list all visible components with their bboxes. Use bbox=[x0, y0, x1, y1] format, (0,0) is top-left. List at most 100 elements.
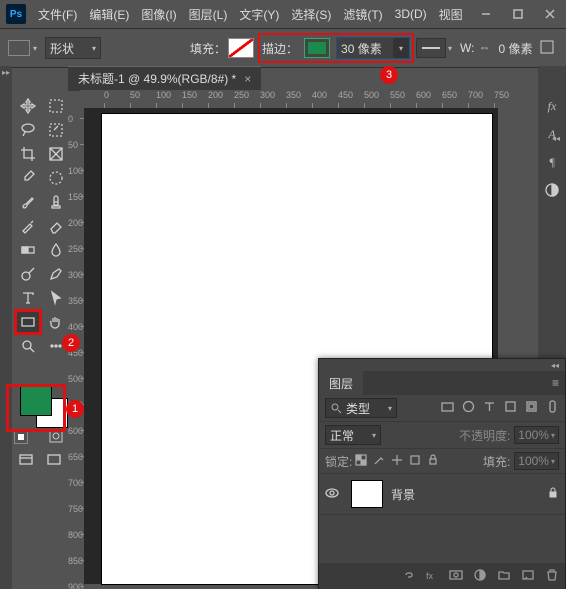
blend-mode-dropdown[interactable]: 正常 ▾ bbox=[325, 425, 381, 445]
ruler-tick: 0 bbox=[104, 90, 109, 100]
delete-layer-icon[interactable] bbox=[545, 568, 559, 585]
filter-shape-icon[interactable] bbox=[504, 400, 517, 416]
healing-tool[interactable] bbox=[44, 167, 68, 189]
stroke-color-picker[interactable] bbox=[304, 38, 330, 58]
ruler-tick: 100 bbox=[68, 166, 83, 176]
rectangle-tool[interactable] bbox=[16, 311, 40, 333]
filter-smart-icon[interactable] bbox=[525, 400, 538, 416]
eraser-tool[interactable] bbox=[44, 215, 68, 237]
styles-panel-icon[interactable]: fx bbox=[538, 92, 566, 120]
stroke-width-input[interactable]: 30 像素 ▾ bbox=[336, 37, 410, 59]
filter-adjust-icon[interactable] bbox=[462, 400, 475, 416]
new-layer-icon[interactable] bbox=[521, 568, 535, 585]
ruler-tick: 650 bbox=[442, 90, 457, 100]
filter-toggle-icon[interactable] bbox=[546, 400, 559, 416]
menu-layer[interactable]: 图层(L) bbox=[183, 6, 234, 23]
ruler-tick: 50 bbox=[68, 140, 78, 150]
options-bar: ▾ 形状 ▾ 填充： 描边： 30 像素 ▾ ▾ W: ⇔ 0 像素 bbox=[0, 28, 566, 68]
type-tool[interactable] bbox=[16, 287, 40, 309]
layer-name[interactable]: 背景 bbox=[391, 486, 415, 503]
fill-opacity-value: 100% bbox=[518, 454, 549, 468]
layers-panel: ◂◂ 图层 ≡ 类型 ▾ 正常 ▾ 不透 bbox=[318, 358, 566, 589]
expand-right-dock-icon[interactable]: ◂◂ bbox=[552, 134, 560, 143]
tool-preset-picker[interactable] bbox=[8, 40, 30, 56]
menu-filter[interactable]: 滤镜(T) bbox=[337, 6, 388, 23]
pen-tool[interactable] bbox=[44, 263, 68, 285]
window-minimize[interactable] bbox=[470, 0, 502, 28]
stroke-style-picker[interactable] bbox=[416, 38, 446, 58]
layer-visibility-icon[interactable] bbox=[325, 486, 343, 503]
menu-bar: Ps 文件(F) 编辑(E) 图像(I) 图层(L) 文字(Y) 选择(S) 滤… bbox=[0, 0, 566, 28]
menu-3d[interactable]: 3D(D) bbox=[389, 7, 433, 21]
menu-file[interactable]: 文件(F) bbox=[32, 6, 83, 23]
lasso-tool[interactable] bbox=[16, 119, 40, 141]
filter-pixel-icon[interactable] bbox=[441, 400, 454, 416]
panel-menu-icon[interactable]: ≡ bbox=[552, 376, 559, 390]
expand-left-dock-icon[interactable]: ▸▸ bbox=[2, 68, 10, 77]
chevron-down-icon[interactable]: ▾ bbox=[393, 38, 409, 58]
gradient-tool[interactable] bbox=[16, 239, 40, 261]
blur-tool[interactable] bbox=[44, 239, 68, 261]
screen-mode-standard[interactable] bbox=[14, 449, 38, 471]
link-layers-icon[interactable] bbox=[401, 568, 415, 585]
path-select-tool[interactable] bbox=[44, 287, 68, 309]
filter-type-icon[interactable] bbox=[483, 400, 496, 416]
shape-mode-dropdown[interactable]: 形状 ▾ bbox=[45, 37, 101, 59]
ruler-tick: 350 bbox=[286, 90, 301, 100]
width-value[interactable]: 0 像素 bbox=[498, 40, 532, 57]
fill-opacity-input[interactable]: 100% ▾ bbox=[514, 452, 559, 470]
lock-row: 锁定: 填充: 100% ▾ bbox=[319, 449, 565, 474]
lock-artboard-icon[interactable] bbox=[406, 454, 424, 469]
document-tab[interactable]: 未标题-1 @ 49.9%(RGB/8#) * × bbox=[68, 66, 261, 91]
brush-tool[interactable] bbox=[16, 191, 40, 213]
opacity-input[interactable]: 100% ▾ bbox=[514, 426, 559, 444]
lock-position-icon[interactable] bbox=[388, 454, 406, 469]
fill-color-picker[interactable] bbox=[228, 38, 254, 58]
stamp-tool[interactable] bbox=[44, 191, 68, 213]
history-brush-tool[interactable] bbox=[16, 215, 40, 237]
group-layers-icon[interactable] bbox=[497, 568, 511, 585]
layer-locked-icon bbox=[547, 487, 559, 502]
quick-select-tool[interactable] bbox=[44, 119, 68, 141]
ruler-tick: 600 bbox=[68, 426, 83, 436]
marquee-tool[interactable] bbox=[44, 95, 68, 117]
menu-image[interactable]: 图像(I) bbox=[135, 6, 182, 23]
dodge-tool[interactable] bbox=[16, 263, 40, 285]
crop-tool[interactable] bbox=[16, 143, 40, 165]
menu-select[interactable]: 选择(S) bbox=[285, 6, 337, 23]
collapse-panel-icon[interactable]: ◂◂ bbox=[551, 361, 559, 370]
window-close[interactable] bbox=[534, 0, 566, 28]
chevron-down-icon: ▾ bbox=[551, 431, 555, 440]
hand-tool[interactable] bbox=[44, 311, 68, 333]
align-icon[interactable] bbox=[536, 40, 554, 57]
paragraph-panel-icon[interactable]: ¶ bbox=[538, 148, 566, 176]
frame-tool[interactable] bbox=[44, 143, 68, 165]
stroke-controls-highlight: 描边： 30 像素 ▾ bbox=[258, 33, 414, 63]
menu-type[interactable]: 文字(Y) bbox=[233, 6, 285, 23]
adjustments-panel-icon[interactable] bbox=[538, 176, 566, 204]
close-tab-icon[interactable]: × bbox=[244, 72, 251, 86]
ruler-tick: 450 bbox=[338, 90, 353, 100]
eyedropper-tool[interactable] bbox=[16, 167, 40, 189]
app-logo: Ps bbox=[6, 4, 26, 24]
layer-mask-icon[interactable] bbox=[449, 568, 463, 585]
screen-mode-full[interactable] bbox=[42, 449, 66, 471]
layer-thumbnail[interactable] bbox=[351, 480, 383, 508]
move-tool[interactable] bbox=[16, 95, 40, 117]
default-colors-icon[interactable] bbox=[14, 430, 28, 444]
layers-tab[interactable]: 图层 bbox=[319, 371, 363, 395]
adjustment-layer-icon[interactable] bbox=[473, 568, 487, 585]
lock-image-icon[interactable] bbox=[370, 454, 388, 469]
lock-all-icon[interactable] bbox=[424, 454, 442, 469]
link-icon[interactable]: ⇔ bbox=[478, 40, 494, 56]
layer-fx-icon[interactable]: fx bbox=[425, 568, 439, 585]
menu-edit[interactable]: 编辑(E) bbox=[83, 6, 135, 23]
window-maximize[interactable] bbox=[502, 0, 534, 28]
menu-view[interactable]: 视图 bbox=[433, 6, 469, 23]
layer-filter-dropdown[interactable]: 类型 ▾ bbox=[325, 398, 397, 418]
layer-row[interactable]: 背景 bbox=[319, 474, 565, 515]
chevron-down-icon: ▾ bbox=[551, 457, 555, 466]
lock-transparency-icon[interactable] bbox=[352, 454, 370, 469]
zoom-tool[interactable] bbox=[16, 335, 40, 357]
chevron-down-icon: ▾ bbox=[388, 404, 392, 413]
